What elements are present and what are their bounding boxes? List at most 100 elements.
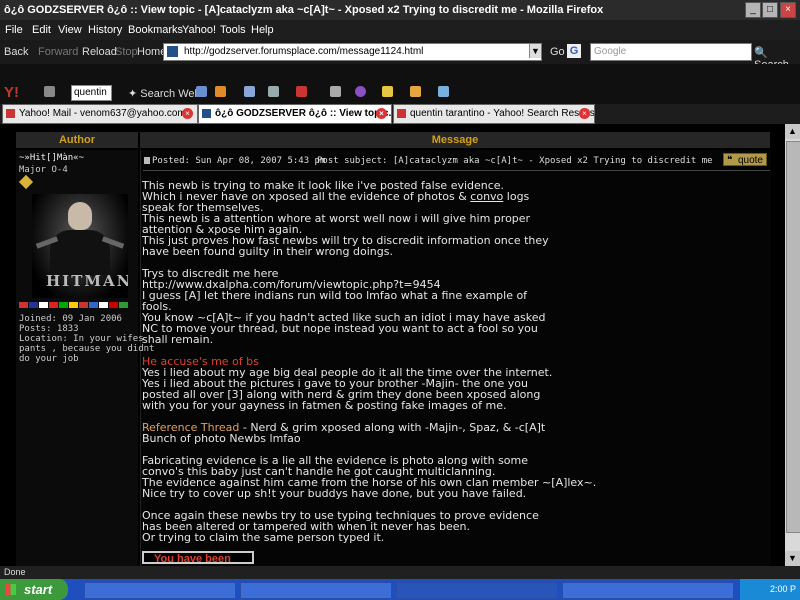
author-rank: Major O-4 [19,165,68,175]
window-titlebar: ô¿ô GODZSERVER ô¿ô :: View topic - [A]ca… [0,0,800,20]
search-web-label: Search Web [140,88,201,100]
author-posts: Posts: 1833 [19,324,79,334]
post-line: have been found guilty in their wrong do… [142,245,393,258]
scrollbar-thumb[interactable] [786,141,800,533]
tab-yahoo-mail[interactable]: Yahoo! Mail - venom637@yahoo.com × [2,104,198,124]
toolbar-button-icon[interactable] [196,86,207,97]
menu-history[interactable]: History [88,24,122,36]
avatar-logo: HITMAN [46,272,128,290]
avatar: HITMAN [32,194,128,298]
menu-file[interactable]: File [5,24,23,36]
author-joined: Joined: 09 Jan 2006 [19,314,122,324]
start-button[interactable]: start [0,579,68,600]
start-label: start [24,582,53,597]
taskbar-item[interactable] [84,582,236,599]
address-bar[interactable]: http://godzserver.forumsplace.com/messag… [163,43,542,61]
post-line: Bunch of photo Newbs lmfao [142,432,301,445]
taskbar-item[interactable] [240,582,392,599]
tab-godzserver[interactable]: ô¿ô GODZSERVER ô¿ô :: View topic... × [198,104,392,124]
post-line: I guess [A] let there indians run wild t… [142,289,528,302]
tab-label: Yahoo! Mail - venom637@yahoo.com [19,108,186,119]
menu-bookmarks[interactable]: Bookmarks [128,24,183,36]
author-location-line3: do your job [19,354,79,364]
close-tab-icon[interactable]: × [376,108,387,119]
author-location-line1: Location: In your wifes [19,334,144,344]
status-bar: Done [0,566,800,579]
messenger-icon[interactable] [438,86,449,97]
search-web-button[interactable]: ✦ Search Web [128,87,201,100]
yahoo-favicon-icon [397,109,406,118]
avatar-head [68,202,92,230]
status-text: Done [4,567,26,577]
post-line: with you for your gayness in fatmen & po… [142,399,507,412]
taskbar-item[interactable] [562,582,734,599]
scroll-up-icon[interactable]: ▲ [785,124,800,139]
search-input[interactable]: Google [590,43,752,61]
quote-icon: ❝ [727,155,733,166]
post-line: NC to move your thread, but nope instead… [142,322,538,335]
google-engine-icon[interactable]: G [567,44,581,58]
post-banner: You have been [142,551,254,565]
close-tab-icon[interactable]: × [182,108,193,119]
yahoo-search-input[interactable]: quentin [71,85,112,101]
yahoo-toolbar [0,64,800,104]
post-date: Posted: Sun Apr 08, 2007 5:43 pm [152,156,326,166]
yahoo-favicon-icon [6,109,15,118]
go-button[interactable]: Go [550,46,565,58]
antispy-icon[interactable] [215,86,226,97]
sports-icon[interactable] [355,86,366,97]
scroll-down-icon[interactable]: ▼ [785,551,800,566]
menu-edit[interactable]: Edit [32,24,51,36]
reload-button[interactable]: Reload [82,46,117,58]
yahoo-y-icon[interactable] [296,86,307,97]
convo-link[interactable]: convo [470,190,503,203]
site-favicon-icon [167,46,178,57]
author-location-line2: pants , because you didnt [19,344,155,354]
close-window-button[interactable]: × [780,2,796,18]
shopping-icon[interactable] [382,86,393,97]
download-icon[interactable] [330,86,341,97]
windows-logo-icon [5,584,16,595]
tab-label: quentin tarantino - Yahoo! Search Result… [410,108,595,119]
menu-bar: File Edit View History Bookmarks Yahoo! … [0,20,800,40]
site-favicon-icon [202,109,211,118]
address-dropdown-icon[interactable]: ▼ [529,44,541,58]
home-button[interactable]: Home [137,46,166,58]
address-url: http://godzserver.forumsplace.com/messag… [184,46,424,57]
avatar-body [50,230,110,276]
menu-help[interactable]: Help [251,24,274,36]
music-icon[interactable] [410,86,421,97]
forward-button[interactable]: Forward [38,46,78,58]
post-divider [143,170,770,171]
bookmarks-icon[interactable] [244,86,255,97]
post-line: Or trying to claim the same person typed… [142,531,385,544]
menu-yahoo[interactable]: Yahoo! [182,24,216,36]
post-line: Nice try to cover up sh!t your buddys ha… [142,487,527,500]
back-button[interactable]: Back [4,46,28,58]
yahoo-logo-icon[interactable]: Y! [4,84,19,101]
taskbar-item[interactable] [396,582,558,599]
tab-label: ô¿ô GODZSERVER ô¿ô :: View topic... [215,108,392,119]
post-subject: Post subject: [A]cataclyzm aka ~c[A]t~ -… [317,156,713,166]
menu-tools[interactable]: Tools [220,24,246,36]
clock[interactable]: 2:00 P [770,584,796,594]
quote-button[interactable]: ❝ quote [723,153,767,166]
tab-yahoo-search[interactable]: quentin tarantino - Yahoo! Search Result… [393,104,595,124]
post-body: This newb is trying to make it look like… [142,180,762,543]
author-name[interactable]: ~»Hit[]Màn«~ [19,153,84,163]
pencil-icon[interactable] [44,86,55,97]
search-placeholder: Google [594,46,627,57]
maximize-button[interactable]: □ [762,2,778,18]
flag-icons [19,299,139,308]
close-tab-icon[interactable]: × [579,108,590,119]
author-column-header: Author [16,132,138,148]
mail-icon[interactable] [268,86,279,97]
search-icon: 🔍 [754,47,768,59]
menu-view[interactable]: View [58,24,82,36]
quote-button-label: quote [737,155,763,166]
system-tray: 2:00 P [740,579,800,600]
window-title: ô¿ô GODZSERVER ô¿ô :: View topic - [A]ca… [4,4,604,16]
stop-button[interactable]: Stop [115,46,138,58]
message-column-header: Message [140,132,770,148]
minimize-button[interactable]: _ [745,2,761,18]
